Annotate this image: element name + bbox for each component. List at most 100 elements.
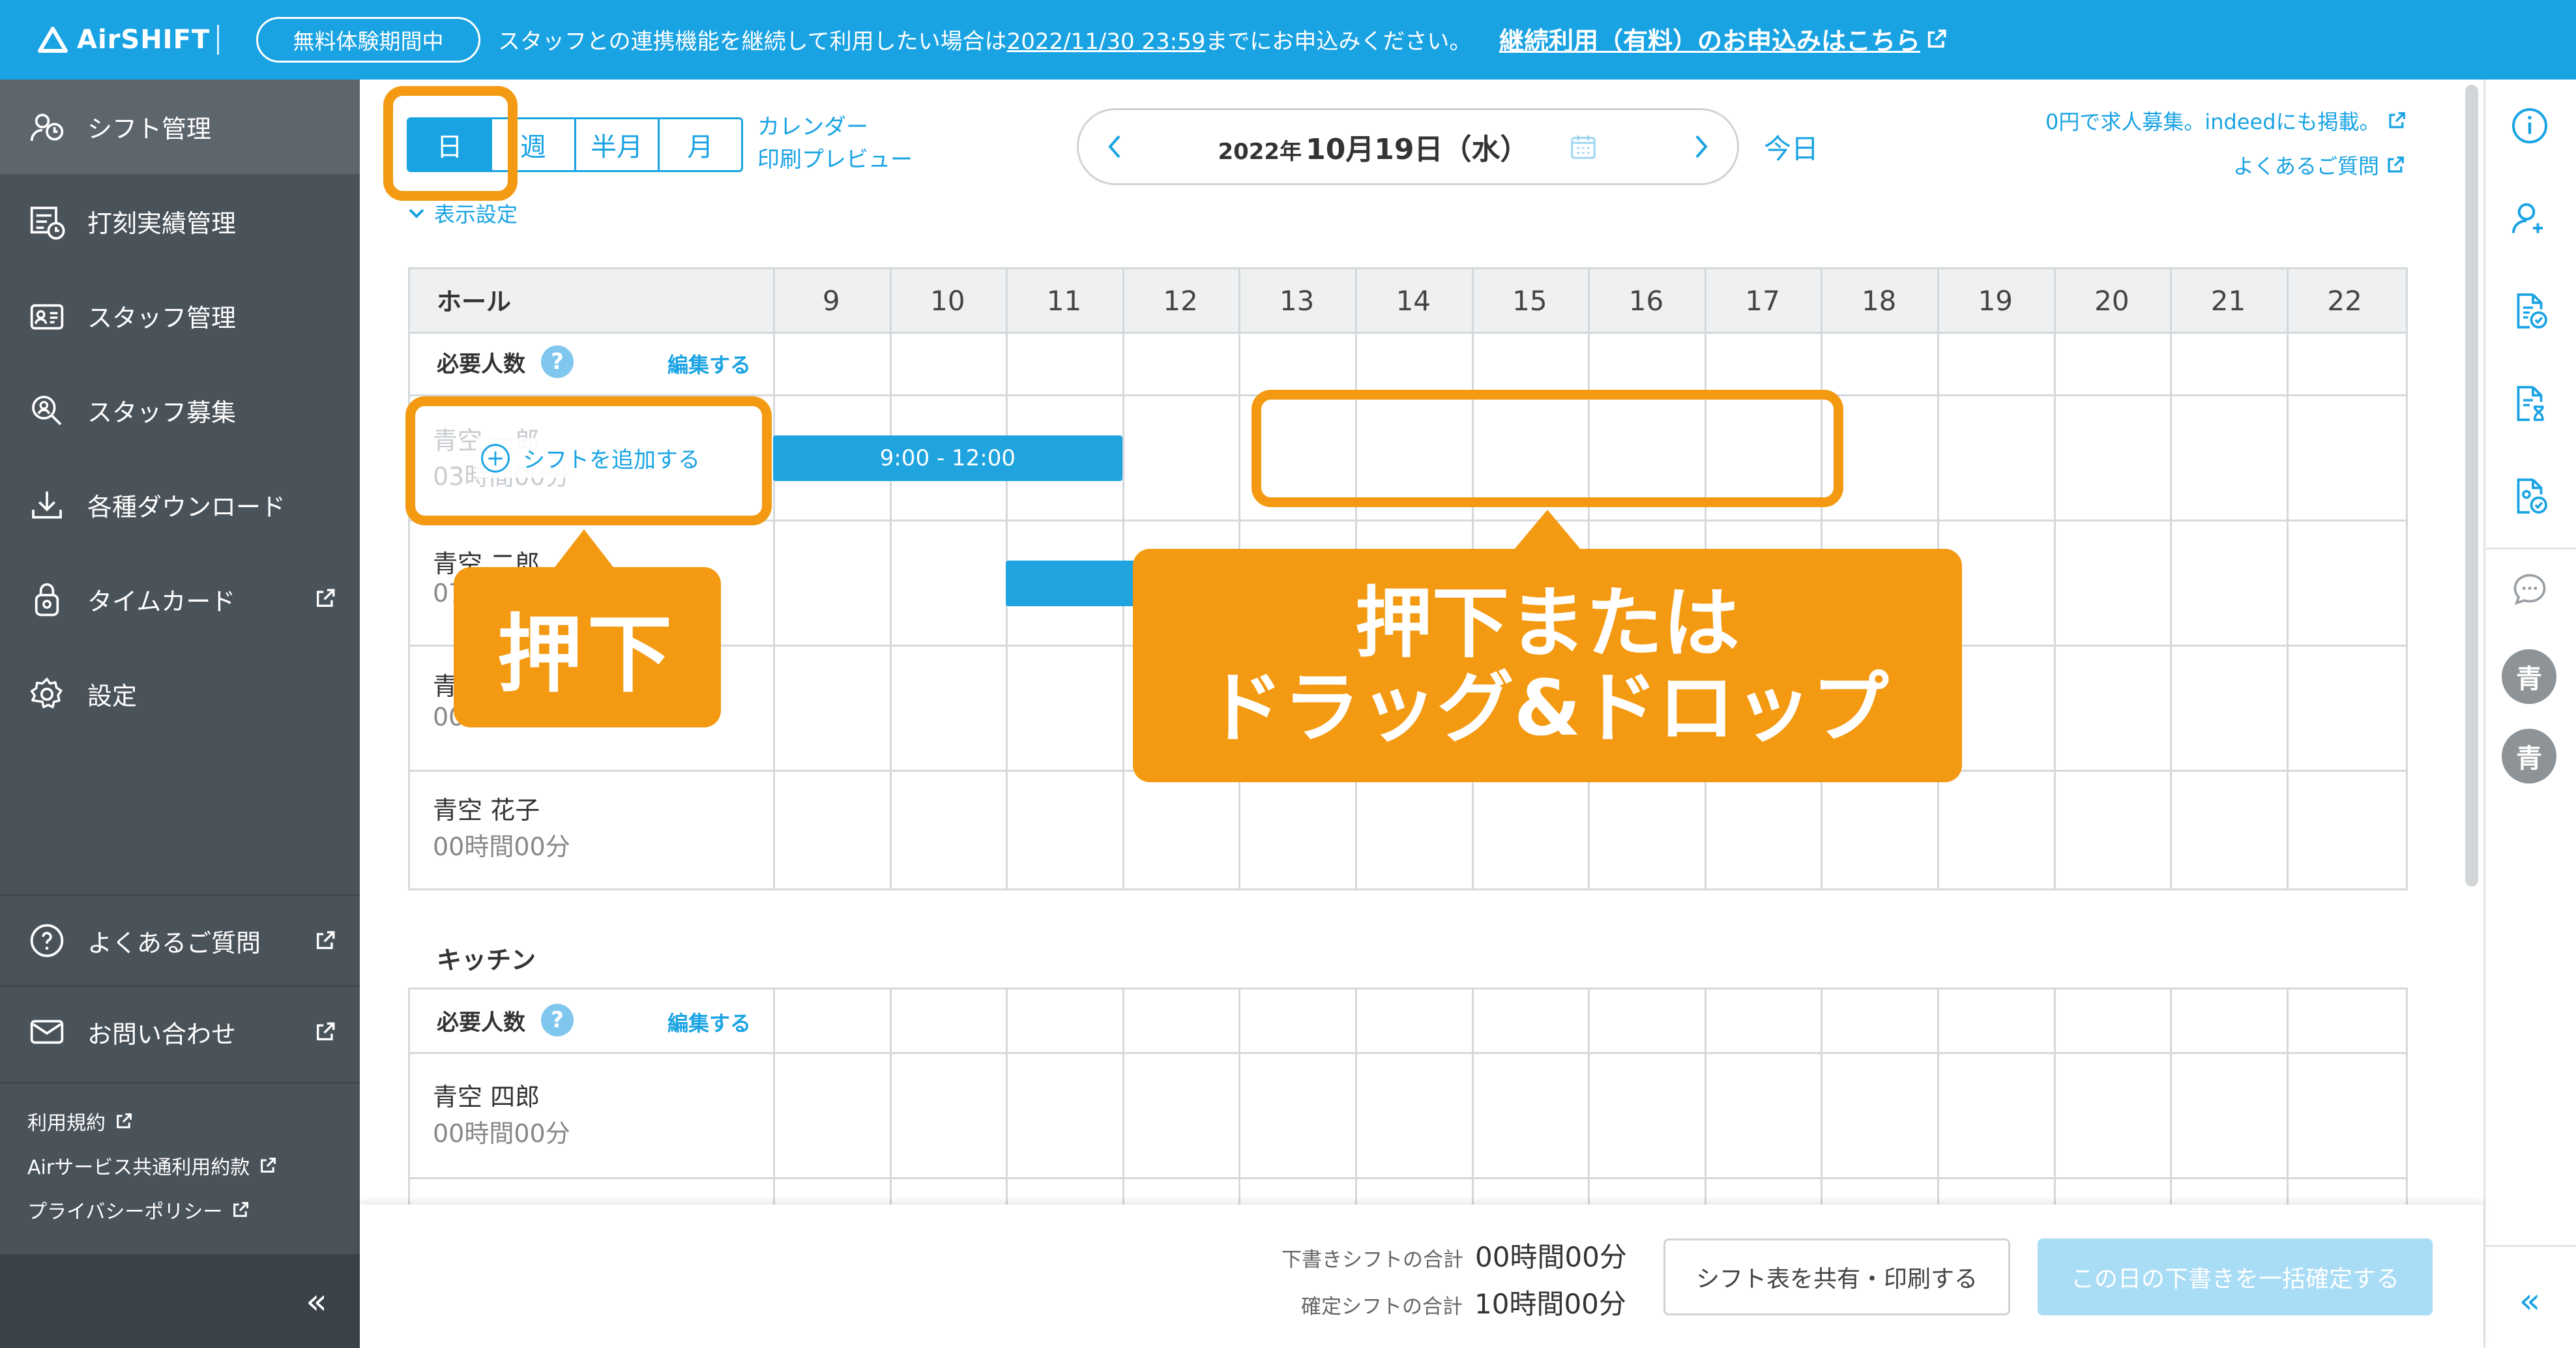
next-day-button[interactable] (1691, 132, 1711, 161)
banner-deadline: 2022/11/30 23:59 (1006, 29, 1206, 55)
sidebar-faq[interactable]: よくあるご質問 (0, 894, 360, 986)
calendar-link[interactable]: カレンダー (757, 111, 913, 143)
sidebar-item-label: 各種ダウンロード (87, 493, 286, 521)
avatar[interactable]: 青 (2502, 649, 2556, 704)
grid-line (1355, 989, 1357, 1235)
help-icon[interactable]: ? (541, 345, 574, 378)
grid-line (1937, 989, 1939, 1235)
gear-icon (27, 675, 66, 714)
trial-banner: AirSHIFT 無料体験期間中 スタッフとの連携機能を継続して利用したい場合は… (0, 0, 2576, 80)
chevron-left-icon (1108, 135, 1120, 158)
external-link-icon (2388, 112, 2405, 128)
view-halfmonth-button[interactable]: 半月 (574, 119, 658, 170)
recruit-link[interactable]: 0円で求人募集。indeedにも掲載。 (2045, 106, 2407, 136)
timestamp-icon (27, 202, 66, 241)
add-user-icon[interactable] (2507, 196, 2553, 241)
timecard-lock-icon (27, 580, 66, 619)
banner-message: スタッフとの連携機能を継続して利用したい場合は2022/11/30 23:59ま… (498, 23, 1471, 55)
faq-link[interactable]: よくあるご質問 (2233, 150, 2405, 180)
info-icon[interactable] (2507, 103, 2553, 149)
rail-divider (2486, 548, 2576, 549)
chat-icon[interactable] (2507, 567, 2553, 613)
highlight-drop-area (1251, 390, 1843, 507)
grid-line (1471, 989, 1474, 1235)
edit-required-link[interactable]: 編集する (667, 1007, 751, 1037)
required-staff-text: 必要人数 (437, 351, 525, 377)
callout-arrow (553, 529, 615, 570)
sidebar-item-timecard[interactable]: タイムカード (0, 552, 360, 647)
chevron-down-icon (409, 209, 424, 218)
sidebar-contact-label: お問い合わせ (87, 1019, 237, 1049)
document-hourglass-icon[interactable] (2507, 381, 2553, 426)
date-navigator: 2022年 10月19日（水） (1077, 108, 1739, 185)
sidebar-item-recruit[interactable]: スタッフ募集 (0, 363, 360, 458)
document-person-icon[interactable] (2507, 473, 2553, 519)
avatar[interactable]: 青 (2502, 729, 2556, 784)
print-preview-link[interactable]: 印刷プレビュー (757, 143, 913, 176)
logo-divider (217, 25, 219, 55)
apply-link[interactable]: 継続利用（有料）のお申込みはこちら (1499, 21, 1948, 57)
drag-drop-callout: 押下または ドラッグ&ドロップ (1133, 549, 1962, 782)
sidebar-item-label: 設定 (87, 682, 138, 711)
sidebar-item-staff[interactable]: スタッフ管理 (0, 269, 360, 363)
grid-line (1122, 989, 1124, 1235)
sidebar-item-timestamp[interactable]: 打刻実績管理 (0, 174, 360, 269)
faq-link-label: よくあるご質問 (2233, 154, 2380, 179)
download-icon (27, 486, 66, 525)
sidebar-collapse-button[interactable]: « (0, 1254, 360, 1348)
staff-name[interactable]: 青空 花子 (433, 790, 540, 826)
grid-line (1588, 989, 1590, 1235)
rail-collapse-button[interactable]: « (2507, 1278, 2553, 1323)
view-month-button[interactable]: 月 (657, 119, 741, 170)
staff-name[interactable]: 青空 四郎 (433, 1077, 540, 1113)
hour-label: 9 (822, 284, 840, 317)
bulk-confirm-button[interactable]: この日の下書きを一括確定する (2038, 1238, 2433, 1315)
highlight-day-view (383, 86, 518, 201)
staff-hours: 00時間00分 (433, 1119, 570, 1148)
scrollbar[interactable] (2465, 85, 2478, 886)
grid-line (410, 332, 2406, 334)
common-terms-link[interactable]: Airサービス共通利用約款 (27, 1151, 277, 1180)
sidebar-item-label: シフト管理 (87, 115, 212, 143)
draft-total-value: 00時間00分 (1475, 1241, 1627, 1273)
sidebar-contact[interactable]: お問い合わせ (0, 986, 360, 1077)
share-print-button[interactable]: シフト表を共有・印刷する (1663, 1238, 2010, 1315)
confirmed-total: 確定シフトの合計 10時間00分 (1301, 1282, 1626, 1322)
sidebar-item-settings[interactable]: 設定 (0, 647, 360, 741)
hour-label: 22 (2327, 284, 2362, 317)
document-check-icon[interactable] (2507, 288, 2553, 334)
help-icon[interactable]: ? (541, 1004, 574, 1036)
grid-line (1006, 989, 1008, 1235)
hour-label: 19 (1978, 284, 2013, 317)
prev-day-button[interactable] (1105, 132, 1124, 161)
airshift-logo[interactable]: AirSHIFT (38, 21, 210, 59)
today-button[interactable]: 今日 (1764, 127, 1819, 167)
sidebar-item-label: タイムカード (87, 587, 236, 616)
external-link-icon (261, 1157, 276, 1173)
privacy-link[interactable]: プライバシーポリシー (27, 1195, 250, 1224)
grid-line (2286, 269, 2289, 888)
current-date[interactable]: 2022年 10月19日（水） (1218, 126, 1598, 168)
legal-links: 利用規約 Airサービス共通利用約款 プライバシーポリシー (0, 1082, 360, 1254)
edit-required-link[interactable]: 編集する (667, 349, 751, 379)
external-link-icon (1927, 29, 1946, 48)
required-staff-text: 必要人数 (437, 1009, 525, 1036)
sidebar-item-download[interactable]: 各種ダウンロード (0, 458, 360, 552)
display-settings-toggle[interactable]: 表示設定 (408, 198, 518, 228)
display-settings-label: 表示設定 (434, 202, 518, 227)
kitchen-section-title: キッチン (437, 946, 536, 974)
shift-bar[interactable]: 9:00 - 12:00 (773, 435, 1122, 481)
grid-line (1821, 989, 1823, 1235)
confirmed-total-label: 確定シフトの合計 (1301, 1295, 1463, 1319)
drag-drop-callout-line1: 押下または (1354, 578, 1740, 668)
external-link-icon (2388, 156, 2404, 173)
grid-line (889, 269, 892, 888)
trial-badge: 無料体験期間中 (256, 17, 480, 63)
sidebar-item-shift[interactable]: シフト管理 (0, 80, 360, 174)
terms-link[interactable]: 利用規約 (27, 1107, 133, 1136)
draft-total: 下書きシフトの合計 00時間00分 (1281, 1235, 1627, 1275)
hour-label: 12 (1163, 284, 1198, 317)
callout-arrow (1514, 510, 1581, 550)
terms-label: 利用規約 (27, 1112, 106, 1135)
rail-bottom-divider (2486, 1245, 2576, 1247)
